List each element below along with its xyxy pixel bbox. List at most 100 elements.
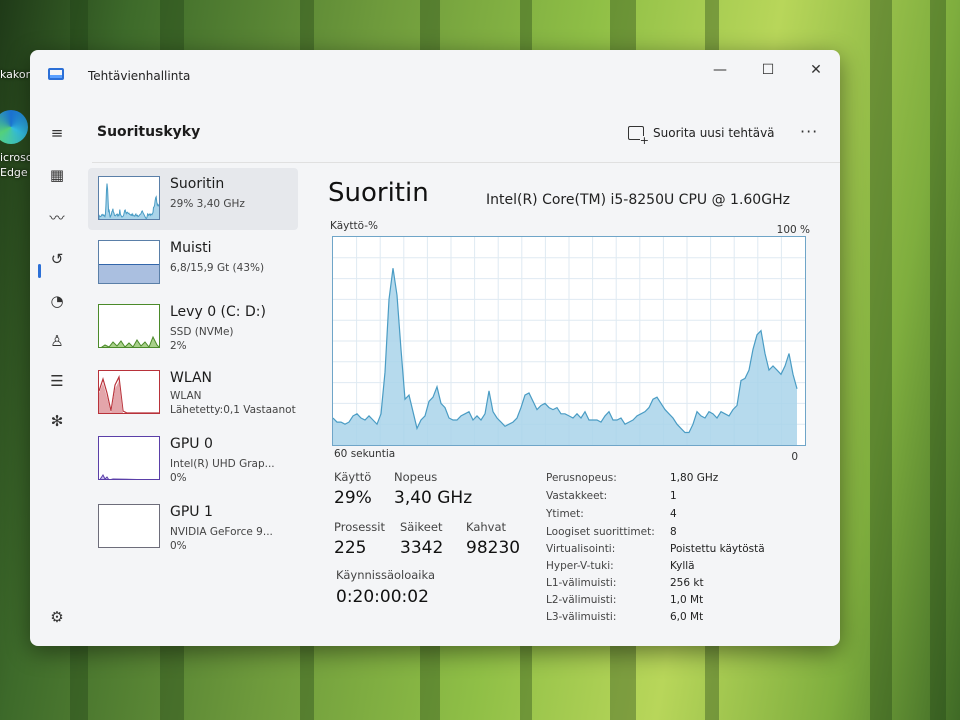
info-key: Hyper-V-tuki: xyxy=(546,560,614,572)
gpu0-thumbnail-svg xyxy=(99,474,138,479)
navigation-rail: ≡ ▦ 〰 ↺ ◔ ♙ ☰ ✻ ⚙ xyxy=(30,102,86,646)
info-key: Vastakkeet: xyxy=(546,490,608,502)
minimize-button[interactable]: — xyxy=(698,58,742,82)
maximize-icon: ☐ xyxy=(761,62,775,78)
info-value: Kyllä xyxy=(670,560,695,572)
settings-icon[interactable]: ⚙ xyxy=(46,606,68,628)
app-history-icon[interactable]: ↺ xyxy=(46,248,68,270)
title-bar[interactable]: Tehtävienhallinta — ☐ ✕ xyxy=(30,50,840,102)
sidebar-item-name: GPU 1 xyxy=(170,504,213,520)
users-icon[interactable]: ♙ xyxy=(46,330,68,352)
usage-label: Käyttö xyxy=(334,470,372,484)
maximize-button[interactable]: ☐ xyxy=(746,58,790,82)
disk-thumbnail-svg xyxy=(101,335,159,347)
speed-label: Nopeus xyxy=(394,470,438,484)
close-icon: ✕ xyxy=(810,62,822,78)
cpu-model-name: Intel(R) Core(TM) i5-8250U CPU @ 1.60GHz xyxy=(486,192,790,208)
info-value: 256 kt xyxy=(670,577,704,589)
processes-icon[interactable]: ▦ xyxy=(46,164,68,186)
sidebar-item-detail-2: 0% xyxy=(170,540,187,552)
header-divider xyxy=(92,162,840,163)
info-value: 1,0 Mt xyxy=(670,594,704,606)
sidebar-item-disk[interactable]: Levy 0 (C: D:) SSD (NVMe) 2% xyxy=(88,296,298,358)
usage-value: 29% xyxy=(334,488,372,508)
info-value: 1 xyxy=(670,490,677,502)
processes-value: 225 xyxy=(334,538,367,558)
info-key: Loogiset suorittimet: xyxy=(546,526,655,538)
run-task-label: Suorita uusi tehtävä xyxy=(653,126,775,140)
handles-value: 98230 xyxy=(466,538,521,558)
startup-apps-icon[interactable]: ◔ xyxy=(46,290,68,312)
close-button[interactable]: ✕ xyxy=(794,58,838,82)
info-value: 1,80 GHz xyxy=(670,472,719,484)
graph-time-span-label: 60 sekuntia xyxy=(334,448,396,460)
handles-label: Kahvat xyxy=(466,520,507,534)
sidebar-item-name: WLAN xyxy=(170,370,213,386)
info-key: L2-välimuisti: xyxy=(546,594,617,606)
sidebar-item-detail-2: 2% xyxy=(170,340,187,352)
sidebar-item-detail: Intel(R) UHD Grap... xyxy=(170,458,275,470)
minimize-icon: — xyxy=(713,62,727,78)
disk-thumbnail-graph xyxy=(98,304,160,348)
performance-sidebar: Suoritin 29% 3,40 GHz Muisti 6,8/15,9 Gt… xyxy=(88,166,302,646)
cpu-usage-graph-svg xyxy=(332,237,805,445)
cpu-thumbnail-svg xyxy=(99,183,159,219)
cpu-thumbnail-graph xyxy=(98,176,160,220)
info-key: Perusnopeus: xyxy=(546,472,617,484)
uptime-value: 0:20:00:02 xyxy=(336,587,429,607)
services-icon[interactable]: ✻ xyxy=(46,410,68,432)
task-manager-app-icon xyxy=(48,68,64,80)
sidebar-item-detail: 6,8/15,9 Gt (43%) xyxy=(170,262,265,274)
desktop-icon-label[interactable]: kakor xyxy=(0,68,30,81)
cpu-title: Suoritin xyxy=(328,178,429,208)
edge-label-line2: Edge xyxy=(0,166,28,179)
sidebar-item-memory[interactable]: Muisti 6,8/15,9 Gt (43%) xyxy=(88,232,298,294)
hamburger-icon[interactable]: ≡ xyxy=(46,122,68,144)
memory-thumbnail-graph xyxy=(98,240,160,284)
task-manager-window: Tehtävienhallinta — ☐ ✕ ≡ ▦ 〰 ↺ ◔ ♙ ☰ ✻ … xyxy=(30,50,840,646)
info-value: Poistettu käytöstä xyxy=(670,543,765,555)
graph-zero-label: 0 xyxy=(791,451,798,463)
sidebar-item-name: Suoritin xyxy=(170,176,225,192)
window-title: Tehtävienhallinta xyxy=(88,69,191,83)
gpu1-thumbnail-graph xyxy=(98,504,160,548)
sidebar-item-name: Muisti xyxy=(170,240,212,256)
gpu0-thumbnail-graph xyxy=(98,436,160,480)
run-new-task-button[interactable]: Suorita uusi tehtävä xyxy=(628,126,775,146)
sidebar-item-name: Levy 0 (C: D:) xyxy=(170,304,266,320)
memory-thumbnail-fill xyxy=(99,264,159,283)
page-title: Suorituskyky xyxy=(97,124,201,140)
graph-y-label: Käyttö-% xyxy=(330,220,378,232)
desktop-edge-shortcut[interactable]: icrosof Edge xyxy=(0,110,36,180)
performance-icon[interactable]: 〰 xyxy=(46,206,68,228)
details-icon[interactable]: ☰ xyxy=(46,370,68,392)
graph-max-label: 100 % xyxy=(776,224,810,236)
uptime-label: Käynnissäoloaika xyxy=(336,568,436,582)
sidebar-item-name: GPU 0 xyxy=(170,436,213,452)
sidebar-item-detail: SSD (NVMe) xyxy=(170,326,234,338)
sidebar-item-detail-2: 0% xyxy=(170,472,187,484)
wlan-thumbnail-svg xyxy=(99,374,159,413)
info-key: Virtualisointi: xyxy=(546,543,616,555)
speed-value: 3,40 GHz xyxy=(394,488,473,508)
sidebar-item-gpu0[interactable]: GPU 0 Intel(R) UHD Grap... 0% xyxy=(88,428,298,490)
info-value: 8 xyxy=(670,526,677,538)
sidebar-item-detail: NVIDIA GeForce 9... xyxy=(170,526,273,538)
info-key: L3-välimuisti: xyxy=(546,611,617,623)
sidebar-item-detail: 29% 3,40 GHz xyxy=(170,198,245,210)
sidebar-item-cpu[interactable]: Suoritin 29% 3,40 GHz xyxy=(88,168,298,230)
sidebar-item-gpu1[interactable]: GPU 1 NVIDIA GeForce 9... 0% xyxy=(88,496,298,558)
active-indicator xyxy=(38,264,41,278)
sidebar-item-wlan[interactable]: WLAN WLAN Lähetetty:0,1 Vastaanot xyxy=(88,362,298,424)
info-value: 6,0 Mt xyxy=(670,611,704,623)
cpu-usage-area xyxy=(333,268,797,445)
wlan-thumbnail-graph xyxy=(98,370,160,414)
run-task-icon xyxy=(628,126,649,146)
more-options-button[interactable]: ··· xyxy=(800,122,818,141)
threads-label: Säikeet xyxy=(400,520,443,534)
cpu-detail-pane: Suoritin Intel(R) Core(TM) i5-8250U CPU … xyxy=(326,170,826,646)
info-key: Ytimet: xyxy=(546,508,584,520)
info-key: L1-välimuisti: xyxy=(546,577,617,589)
sidebar-item-detail-2: Lähetetty:0,1 Vastaanot xyxy=(170,404,296,416)
cpu-usage-graph xyxy=(332,236,806,446)
